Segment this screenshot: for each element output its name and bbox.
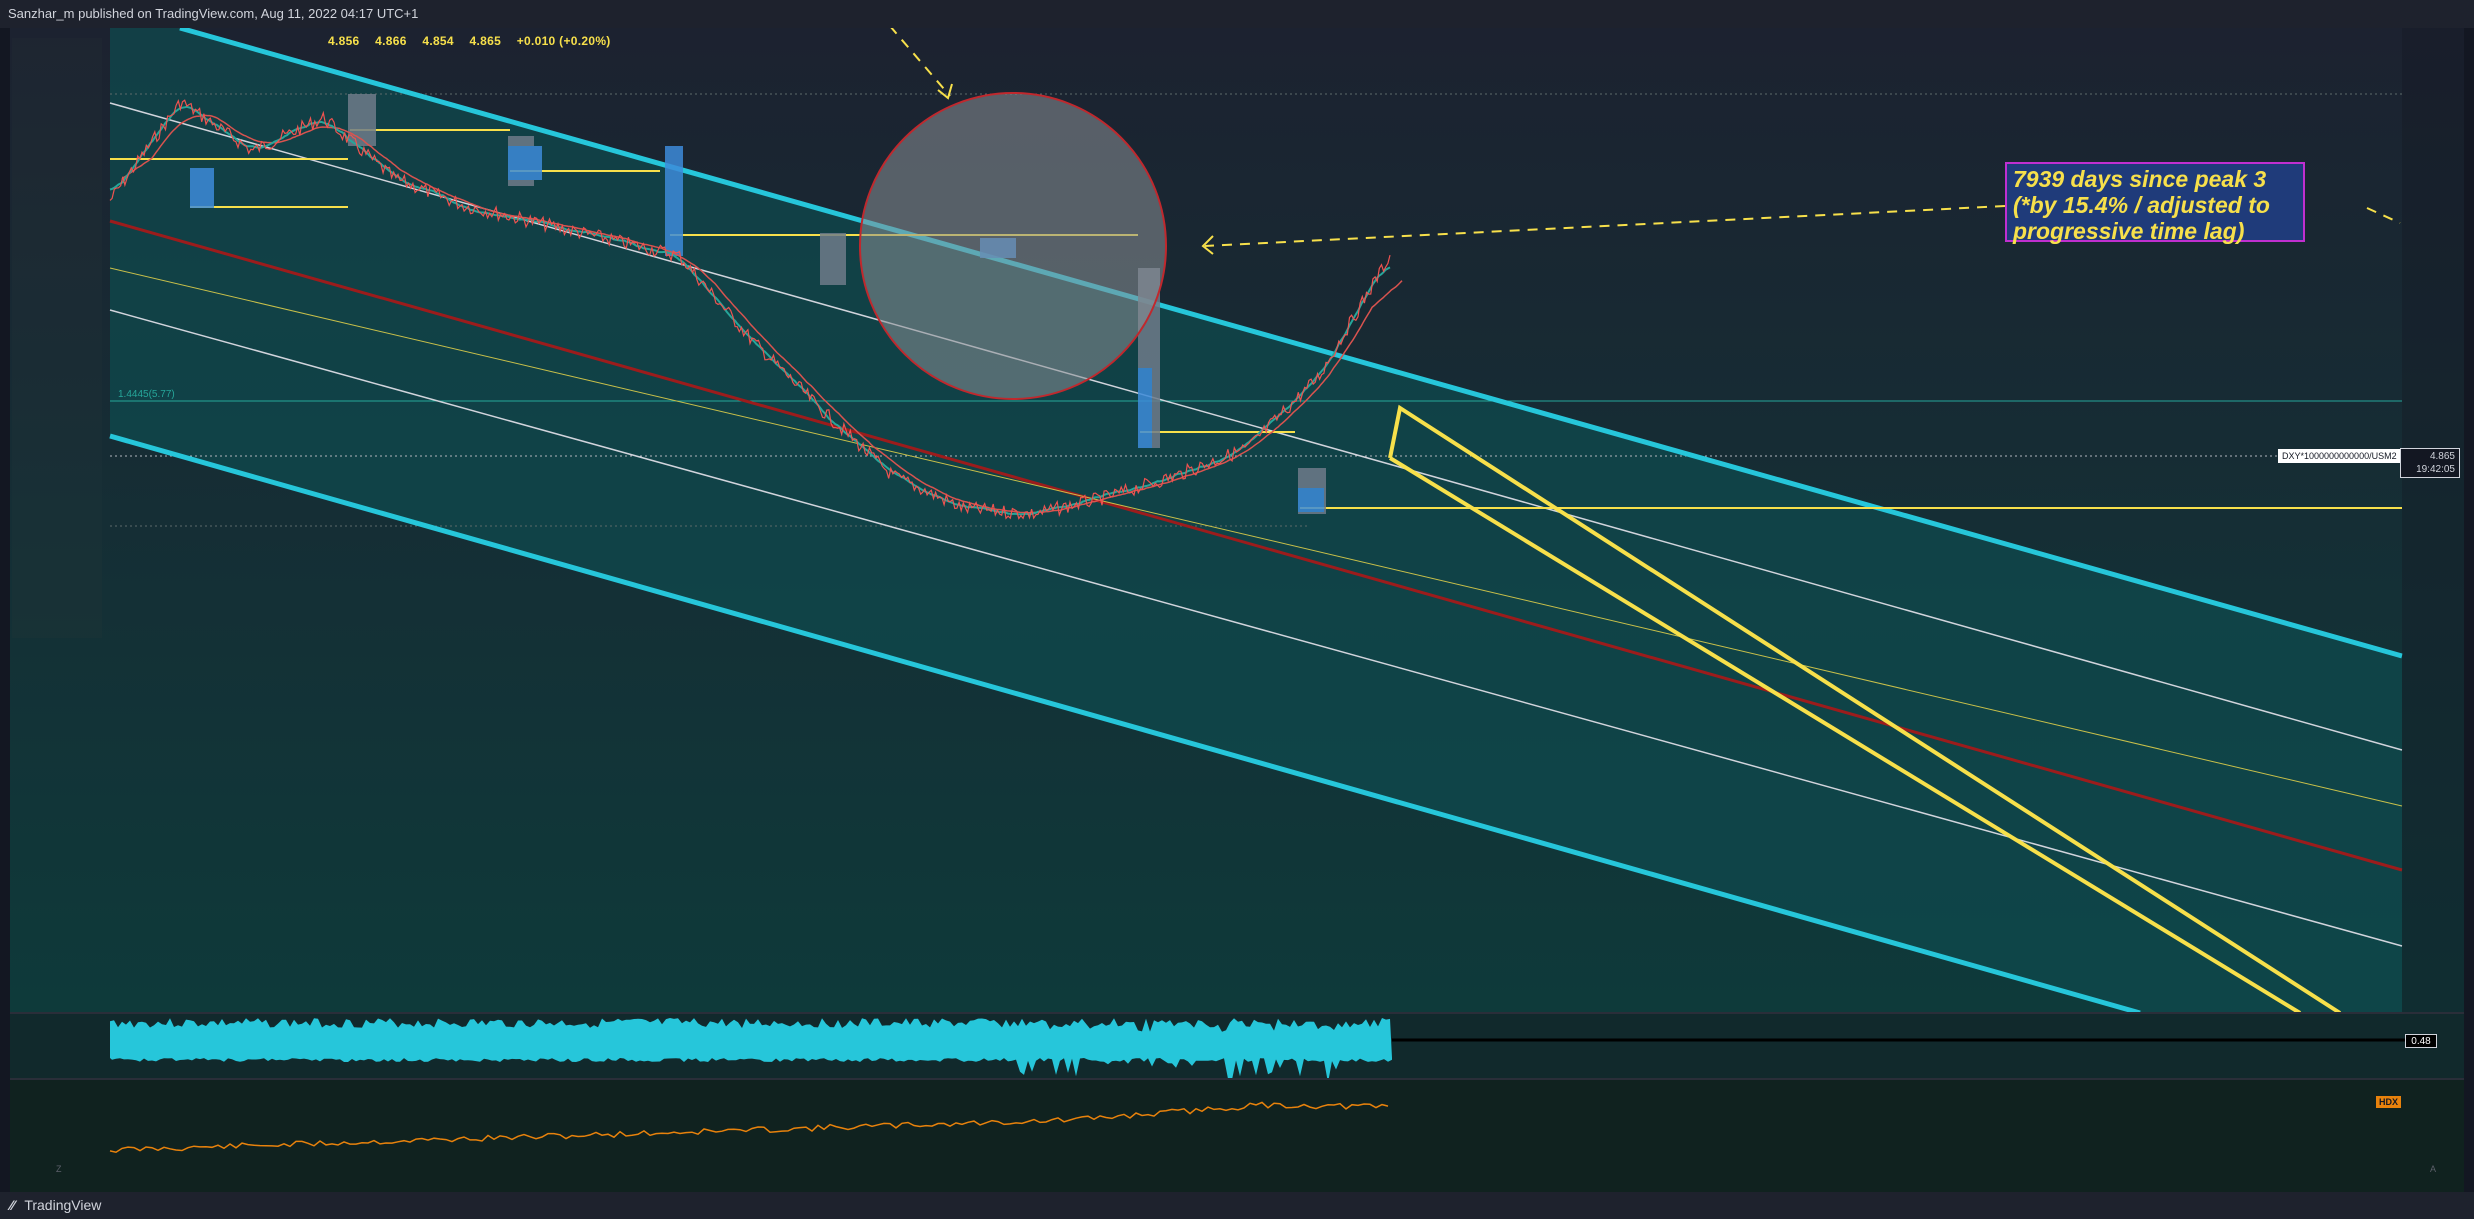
left-scale-ticks	[12, 38, 102, 638]
ohlc-high: 4.866	[375, 34, 407, 48]
tradingview-logo-icon: ⁄⁄	[10, 1197, 15, 1213]
ohlc-open: 4.856	[328, 34, 360, 48]
highlight-circle	[859, 92, 1167, 400]
symbol-tag: DXY*1000000000000/USM2	[2278, 449, 2401, 463]
lower-pane-tag: HDX	[2376, 1096, 2402, 1108]
last-price-box: 4.865 19:42:05	[2400, 448, 2460, 478]
ohlc-change: +0.010 (+0.20%)	[516, 34, 611, 48]
last-price: 4.865	[2429, 451, 2455, 462]
lower-pane	[10, 1079, 2464, 1192]
annotation-line-2: (*by 15.4% / adjusted to	[2013, 192, 2270, 218]
ohlc-readout: 4.856 4.866 4.854 4.865 +0.010 (+0.20%)	[328, 34, 623, 48]
annotation-line-1: 7939 days since peak 3	[2013, 166, 2267, 192]
ohlc-low: 4.854	[422, 34, 454, 48]
green-level-label: 1.4445(5.77)	[118, 389, 175, 400]
publish-info: Sanzhar_m published on TradingView.com, …	[8, 6, 419, 21]
pane-label-a: A	[2430, 1164, 2436, 1174]
pane-label-z: Z	[56, 1164, 62, 1174]
ohlc-close: 4.865	[469, 34, 502, 48]
annotation-line-3: progressive time lag)	[2013, 218, 2245, 244]
publish-header: Sanzhar_m published on TradingView.com, …	[0, 0, 2474, 28]
bar-countdown: 19:42:05	[2416, 464, 2455, 475]
oscillator-value: 0.48	[2405, 1034, 2437, 1048]
footer: ⁄⁄ TradingView	[0, 1192, 2474, 1219]
footer-brand[interactable]: TradingView	[24, 1197, 101, 1213]
annotation-box[interactable]: 7939 days since peak 3 (*by 15.4% / adju…	[2005, 162, 2305, 244]
price-scale	[2402, 28, 2464, 1013]
